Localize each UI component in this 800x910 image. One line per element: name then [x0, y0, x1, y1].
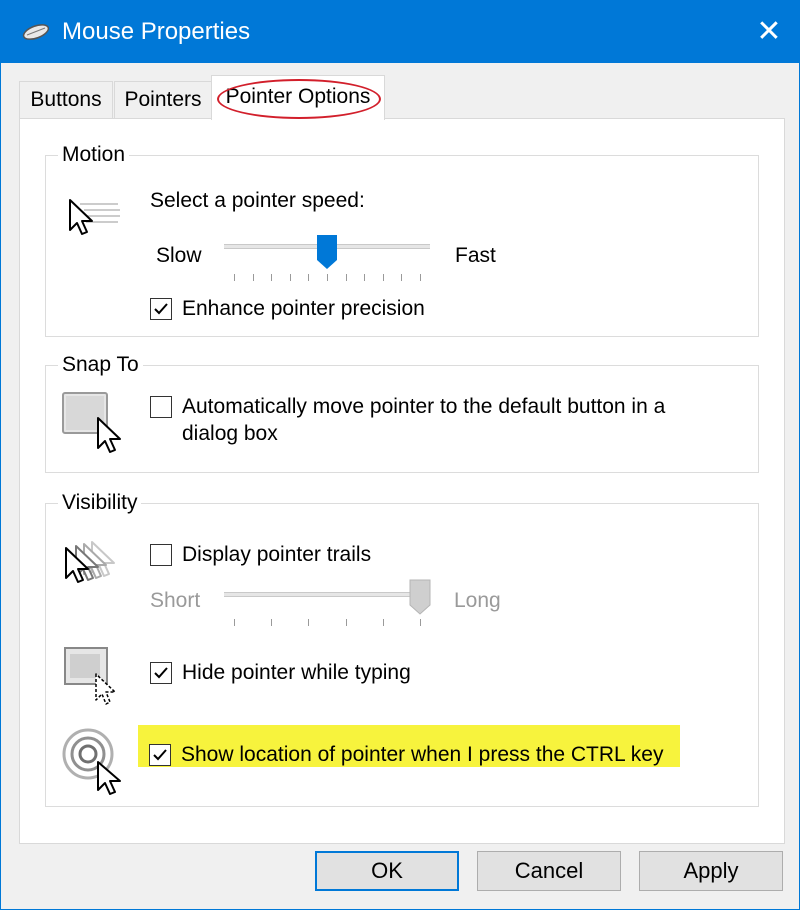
title-bar[interactable]: Mouse Properties ✕ — [1, 1, 799, 63]
short-label: Short — [150, 589, 201, 612]
pointer-speed-label: Select a pointer speed: — [150, 189, 365, 212]
ok-button[interactable]: OK — [315, 851, 459, 891]
pointer-trail-slider[interactable] — [224, 592, 430, 597]
slider-tick — [420, 274, 421, 281]
tab-buttons[interactable]: Buttons — [19, 81, 113, 118]
pointer-options-panel: Motion Select a pointer speed: Slow Fast… — [19, 118, 785, 844]
long-label: Long — [454, 589, 501, 612]
window-title: Mouse Properties — [62, 18, 251, 45]
tab-strip: Buttons Pointers Pointer Options — [1, 63, 799, 120]
slider-tick — [271, 619, 273, 626]
slider-tick — [234, 619, 235, 626]
snap-to-default-checkbox[interactable] — [150, 396, 172, 418]
hide-while-typing-label: Hide pointer while typing — [182, 661, 411, 684]
slider-tick — [345, 619, 347, 626]
tab-pointer-options[interactable]: Pointer Options — [211, 75, 385, 120]
mouse-properties-window: Mouse Properties ✕ Buttons Pointers Poin… — [0, 0, 800, 910]
pointer-trails-checkbox[interactable] — [150, 544, 172, 566]
slider-tick — [345, 274, 347, 281]
pointer-speed-icon — [69, 199, 120, 235]
slider-tick — [252, 274, 254, 281]
slider-tick — [401, 274, 403, 281]
slider-tick — [308, 619, 310, 626]
enhance-precision-checkbox[interactable] — [150, 298, 172, 320]
snap-to-label-line2: dialog box — [182, 422, 278, 445]
slider-tick — [382, 274, 384, 281]
slider-tick — [382, 619, 384, 626]
check-icon — [154, 303, 168, 315]
slider-tick — [420, 619, 421, 626]
slider-tick — [289, 274, 291, 281]
apply-button[interactable]: Apply — [639, 851, 783, 891]
close-button[interactable]: ✕ — [739, 1, 799, 63]
snap-to-label-line1: Automatically move pointer to the defaul… — [182, 395, 666, 418]
mouse-icon — [22, 24, 50, 40]
cancel-button[interactable]: Cancel — [477, 851, 621, 891]
pointer-trails-icon — [65, 541, 115, 583]
snap-to-group-label: Snap To — [58, 351, 143, 379]
slow-label: Slow — [156, 244, 202, 267]
slider-tick — [327, 274, 328, 281]
pointer-trail-thumb[interactable] — [409, 579, 431, 615]
show-location-icon — [62, 728, 121, 795]
show-location-label: Show location of pointer when I press th… — [181, 743, 664, 766]
fast-label: Fast — [455, 244, 496, 267]
visibility-group-label: Visibility — [58, 489, 142, 517]
check-icon — [153, 749, 167, 761]
enhance-precision-label: Enhance pointer precision — [182, 297, 425, 320]
tab-pointers[interactable]: Pointers — [114, 81, 212, 118]
slider-tick — [234, 274, 235, 281]
slider-tick — [271, 274, 273, 281]
snap-to-group: Snap To Automatically move pointer to th… — [45, 351, 759, 473]
tab-pointer-options-label: Pointer Options — [225, 85, 371, 108]
pointer-trails-label: Display pointer trails — [182, 543, 372, 566]
hide-pointer-icon — [64, 647, 116, 705]
slider-tick — [364, 274, 366, 281]
hide-while-typing-checkbox[interactable] — [150, 662, 172, 684]
pointer-speed-thumb[interactable] — [316, 234, 338, 270]
slider-tick — [308, 274, 310, 281]
motion-group: Motion Select a pointer speed: Slow Fast… — [45, 141, 759, 337]
motion-group-label: Motion — [58, 141, 130, 169]
check-icon — [154, 667, 168, 679]
snap-to-icon — [62, 392, 121, 453]
show-location-checkbox[interactable] — [149, 744, 171, 766]
